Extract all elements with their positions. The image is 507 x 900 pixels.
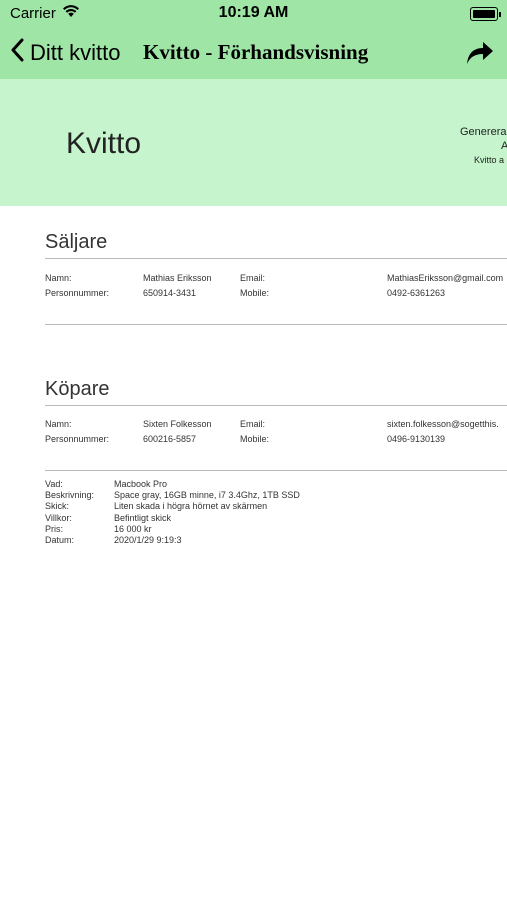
navigation-bar: Carrier 10:19 AM Ditt kvitto Kvitto - Fö… xyxy=(0,0,507,79)
buyer-mobile-label: Mobile: xyxy=(240,434,270,444)
divider xyxy=(45,324,507,325)
seller-mobile-value: 0492-6361263 xyxy=(387,288,446,298)
item-what-label: Vad: xyxy=(45,479,63,489)
receipt-note: Kvitto a xyxy=(474,155,505,165)
seller-heading: Säljare xyxy=(45,231,108,253)
seller-name-label: Namn: xyxy=(45,273,72,283)
item-condition-value: Liten skada i högra hörnet av skärmen xyxy=(114,501,268,511)
item-terms-label: Villkor: xyxy=(45,513,72,523)
back-button[interactable]: Ditt kvitto xyxy=(10,38,120,67)
divider xyxy=(45,258,507,259)
receipt-title: Kvitto xyxy=(66,127,142,160)
receipt-header: Kvitto Generera A Kvitto a xyxy=(0,79,507,206)
buyer-email-value: sixten.folkesson@sogetthis. xyxy=(387,419,499,429)
buyer-mobile-value: 0496-9130139 xyxy=(387,434,446,444)
item-terms-value: Befintligt skick xyxy=(114,513,172,523)
seller-pnr-label: Personnummer: xyxy=(45,288,110,298)
buyer-heading: Köpare xyxy=(45,378,110,400)
buyer-name-label: Namn: xyxy=(45,419,72,429)
item-price-value: 16 000 kr xyxy=(114,524,152,534)
back-button-label: Ditt kvitto xyxy=(30,39,121,65)
status-bar: Carrier 10:19 AM xyxy=(0,0,507,28)
generated-label: Generera xyxy=(460,126,507,138)
seller-pnr-value: 650914-3431 xyxy=(143,288,197,298)
seller-mobile-label: Mobile: xyxy=(240,288,270,298)
seller-email-value: MathiasEriksson@gmail.com xyxy=(387,273,504,283)
chevron-left-icon xyxy=(10,38,24,67)
seller-name-value: Mathias Eriksson xyxy=(143,273,212,283)
divider xyxy=(45,405,507,406)
buyer-name-value: Sixten Folkesson xyxy=(143,419,212,429)
item-condition-label: Skick: xyxy=(45,501,70,511)
item-date-label: Datum: xyxy=(45,535,75,545)
item-price-label: Pris: xyxy=(45,524,63,534)
share-icon[interactable] xyxy=(465,40,495,71)
item-desc-label: Beskrivning: xyxy=(45,490,95,500)
buyer-email-label: Email: xyxy=(240,419,266,429)
buyer-pnr-label: Personnummer: xyxy=(45,434,110,444)
seller-email-label: Email: xyxy=(240,273,266,283)
item-desc-value: Space gray, 16GB minne, i7 3.4Ghz, 1TB S… xyxy=(114,490,300,500)
buyer-pnr-value: 600216-5857 xyxy=(143,434,197,444)
page-title: Kvitto - Förhandsvisning xyxy=(143,40,369,64)
item-what-value: Macbook Pro xyxy=(114,479,168,489)
battery-icon xyxy=(470,7,501,21)
item-date-value: 2020/1/29 9:19:3 xyxy=(114,535,182,545)
divider xyxy=(45,470,507,471)
clock: 10:19 AM xyxy=(218,4,289,21)
generated-subline: A xyxy=(501,140,507,152)
